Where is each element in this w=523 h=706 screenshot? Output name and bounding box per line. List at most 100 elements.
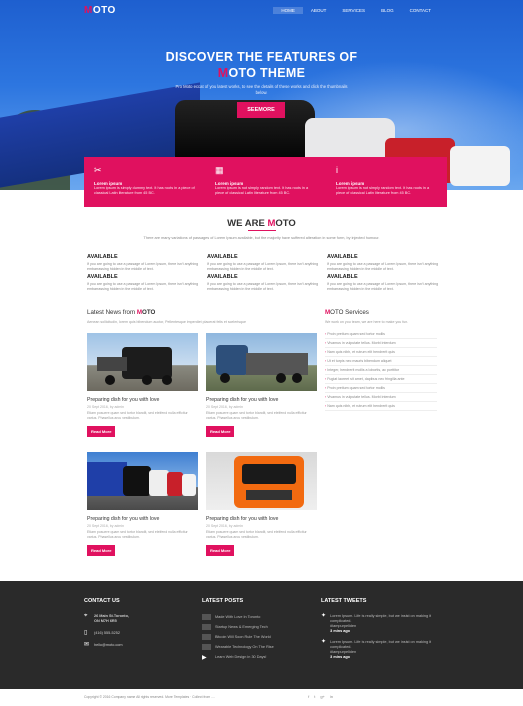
footer-contact-title: CONTACT US (84, 598, 120, 604)
post-thumbnail[interactable] (87, 333, 198, 391)
news-title-pre: Latest News from (87, 309, 137, 316)
location-pin-icon: ⌖ (84, 613, 88, 619)
service-item[interactable]: Nam quis nibh, et rutrum elit hendrerit … (325, 348, 437, 357)
about-item-text: If you are going to use a passage of Lor… (207, 282, 319, 291)
tweet-text: Lorem Ipsum. Life is really simple, but … (330, 614, 432, 623)
menu-item-services[interactable]: SERVICES (334, 7, 373, 14)
feature-1: ✂ Lorem ipsum Lorem ipsum is simply dumm… (84, 157, 205, 207)
logo-rest: OTO (92, 5, 116, 16)
services-subtitle: We work on you team, we are here to make… (325, 320, 409, 324)
title-divider (248, 230, 276, 231)
post-title[interactable]: Preparing dish for you with love (87, 397, 198, 403)
menu-item-blog[interactable]: BLOG (373, 7, 402, 14)
tweet-time: 3 mins ago (330, 655, 350, 659)
post-meta: 20 Sept 2016, by admin (87, 405, 124, 409)
post-meta: 20 Sept 2016, by admin (87, 524, 124, 528)
footer-post-link[interactable]: Learn Web Design in 30 Days! (215, 655, 266, 659)
about-item-text: If you are going to use a passage of Lor… (87, 262, 199, 271)
service-item[interactable]: Vivamus in vulputate tellus. Morbi inter… (325, 339, 437, 348)
phone-text[interactable]: (416) 555-5252 (94, 631, 120, 636)
news-title-rest: OTO (142, 309, 156, 316)
about-item: AVAILABLE If you are going to use a passa… (207, 274, 325, 291)
read-more-button[interactable]: Read More (206, 545, 235, 556)
mail-icon: ✉ (84, 642, 90, 648)
services-title: MOTO Services (325, 309, 369, 316)
about-item-title: AVAILABLE (207, 274, 238, 281)
footer-posts-title: LATEST POSTS (202, 598, 244, 604)
footer-latest-posts: LATEST POSTS Made With Love In Toronto S… (202, 598, 312, 664)
contact-email: ✉ hello@moto.com (84, 642, 184, 648)
service-item[interactable]: Proin pretium quam sed tortor mollis (325, 330, 437, 339)
tweet-handle[interactable]: #lampurpeliden (330, 624, 356, 628)
about-item-title: AVAILABLE (327, 274, 358, 281)
feature-3: i Lorem ipsum Lorem ipsum is not simply … (326, 157, 447, 207)
email-link[interactable]: hello@moto.com (94, 643, 123, 648)
news-post-1: Preparing dish for you with love 20 Sept… (87, 333, 198, 438)
book-icon: ▦ (215, 165, 224, 175)
twitter-icon[interactable]: t (314, 694, 315, 699)
see-more-button[interactable]: SEEMORE (237, 102, 285, 118)
footer-post-item[interactable]: Wearable Technology On The Rise (202, 644, 312, 650)
hero-title-line1: DISCOVER THE FEATURES OF (165, 50, 358, 64)
post-thumbnail[interactable] (206, 452, 317, 510)
copyright-text: Copyright © 2016 Company name All rights… (84, 695, 215, 699)
info-icon: i (336, 165, 338, 175)
about-subtitle: There are many variations of passages of… (143, 236, 380, 240)
about-item-text: If you are going to use a passage of Lor… (87, 282, 199, 291)
about-item: AVAILABLE If you are going to use a passa… (207, 254, 325, 271)
read-more-button[interactable]: Read More (206, 426, 235, 437)
tweet-handle[interactable]: #lampurpeliden (330, 650, 356, 654)
menu-item-contact[interactable]: CONTACT (402, 7, 439, 14)
post-thumbnail[interactable] (206, 333, 317, 391)
hero-title-line2: MOTO THEME (0, 66, 523, 80)
service-item[interactable]: Integer, hendrerit mollis a lobortis, ac… (325, 366, 437, 375)
news-post-2: Preparing dish for you with love 20 Sept… (206, 333, 317, 438)
footer-post-link[interactable]: Startup News & Emerging Tech (215, 625, 268, 629)
service-item[interactable]: Ut et turpis nec mauris bibendum aliquet (325, 357, 437, 366)
tweet-time: 3 mins ago (330, 629, 350, 633)
menu-item-home[interactable]: HOME (273, 7, 303, 14)
about-item-title: AVAILABLE (207, 254, 238, 260)
service-item[interactable]: Proin pretium quam sed tortor mollis (325, 384, 437, 393)
facebook-icon[interactable]: f (308, 694, 309, 699)
linkedin-icon[interactable]: in (330, 694, 333, 699)
about-title-rest: OTO (275, 218, 296, 229)
google-plus-icon[interactable]: g+ (320, 694, 325, 699)
footer-post-link[interactable]: Bitcoin Will Soon Rule The World (215, 635, 271, 639)
about-title: WE ARE MOTO (0, 218, 523, 229)
about-item: AVAILABLE If you are going to use a passa… (87, 274, 205, 291)
read-more-button[interactable]: Read More (87, 426, 116, 437)
footer-post-item[interactable]: Bitcoin Will Soon Rule The World (202, 634, 312, 640)
post-thumb-icon (202, 614, 211, 620)
read-more-button[interactable]: Read More (87, 545, 116, 556)
post-title[interactable]: Preparing dish for you with love (206, 397, 317, 403)
services-title-rest: OTO Services (330, 309, 369, 316)
service-item[interactable]: Nam quis nibh, et rutrum elit hendrerit … (325, 402, 437, 411)
top-nav: MOTO HOME ABOUT SERVICES BLOG CONTACT (0, 0, 523, 22)
hero-title-m: M (217, 66, 229, 80)
site-logo[interactable]: MOTO (84, 5, 116, 16)
service-item[interactable]: Fugiat laoreet sit amet, dapibus nec fri… (325, 375, 437, 384)
about-item-title: AVAILABLE (87, 274, 118, 281)
post-thumb-icon (202, 624, 211, 630)
post-title[interactable]: Preparing dish for you with love (87, 516, 198, 522)
bottom-bar: Copyright © 2016 Company name All rights… (0, 689, 523, 706)
menu-item-about[interactable]: ABOUT (303, 7, 335, 14)
post-thumbnail[interactable] (87, 452, 198, 510)
feature-text: Lorem ipsum is not simply random text. I… (215, 186, 309, 195)
post-meta: 20 Sept 2016, by admin (206, 524, 243, 528)
about-item-title: AVAILABLE (327, 254, 358, 260)
footer-post-item[interactable]: ▶ Learn Web Design in 30 Days! (202, 654, 312, 661)
tools-icon: ✂ (94, 165, 102, 175)
about-item-text: If you are going to use a passage of Lor… (327, 282, 439, 291)
footer-post-link[interactable]: Wearable Technology On The Rise (215, 645, 274, 649)
phone-icon: ▯ (84, 630, 88, 636)
post-title[interactable]: Preparing dish for you with love (206, 516, 317, 522)
site-footer: CONTACT US ⌖ 26 Main St.Toronto, ON M7H 6… (0, 581, 523, 689)
service-item[interactable]: Vivamus in vulputate tellus. Morbi inter… (325, 393, 437, 402)
contact-address: ⌖ 26 Main St.Toronto, ON M7H 6R5 (84, 613, 184, 624)
footer-contact: CONTACT US ⌖ 26 Main St.Toronto, ON M7H 6… (84, 598, 184, 655)
footer-post-link[interactable]: Made With Love In Toronto (215, 615, 260, 619)
footer-post-item[interactable]: Made With Love In Toronto (202, 614, 312, 620)
footer-post-item[interactable]: Startup News & Emerging Tech (202, 624, 312, 630)
